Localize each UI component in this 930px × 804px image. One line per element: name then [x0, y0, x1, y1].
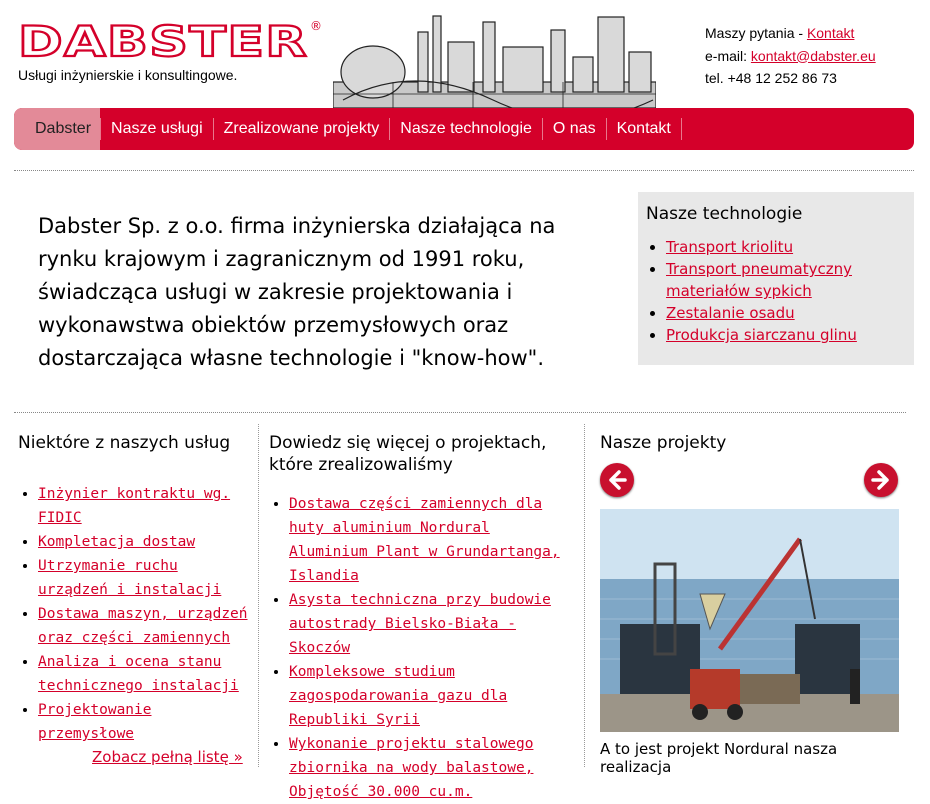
- column-divider: [584, 424, 585, 767]
- services-title: Niektóre z naszych usług: [18, 433, 231, 453]
- contact-link[interactable]: Kontakt: [807, 25, 854, 41]
- services-list: Inżynier kontraktu wg. FIDIC Kompletacja…: [18, 482, 250, 746]
- list-item: Inżynier kontraktu wg. FIDIC: [38, 482, 250, 530]
- tech-link[interactable]: Zestalanie osadu: [666, 304, 795, 322]
- nav-divider: [680, 118, 682, 140]
- technologies-box: Nasze technologie Transport kriolitu Tra…: [638, 192, 914, 365]
- questions-label: Maszy pytania -: [705, 25, 807, 41]
- nav-item-dabster[interactable]: Dabster: [14, 108, 101, 150]
- list-item: Dostawa maszyn, urządzeń oraz części zam…: [38, 602, 250, 650]
- service-link[interactable]: Projektowanie przemysłowe: [38, 702, 152, 742]
- service-link[interactable]: Inżynier kontraktu wg. FIDIC: [38, 486, 230, 526]
- list-item: Transport pneumatyczny materiałów sypkic…: [666, 258, 906, 302]
- nav-item-about[interactable]: O nas: [543, 108, 606, 150]
- svg-text:DABSTER: DABSTER: [18, 18, 308, 62]
- tech-link[interactable]: Produkcja siarczanu glinu: [666, 326, 857, 344]
- list-item: Dostawa części zamiennych dla huty alumi…: [289, 492, 569, 588]
- registered-icon: ®: [310, 19, 322, 33]
- intro-text: Dabster Sp. z o.o. firma inżynierska dzi…: [38, 214, 556, 370]
- list-item: Analiza i ocena stanu technicznego insta…: [38, 650, 250, 698]
- next-arrow-icon[interactable]: [864, 463, 898, 497]
- projects-info-column: Dowiedz się więcej o projektach, które z…: [269, 432, 569, 804]
- list-item: Zestalanie osadu: [666, 302, 906, 324]
- divider: [14, 170, 914, 171]
- tech-link[interactable]: Transport pneumatyczny materiałów sypkic…: [666, 260, 852, 300]
- service-link[interactable]: Utrzymanie ruchu urządzeń i instalacji: [38, 558, 221, 598]
- column-divider: [258, 424, 259, 767]
- list-item: Kompletacja dostaw: [38, 530, 250, 554]
- phone-number: tel. +48 12 252 86 73: [705, 70, 837, 86]
- nav-item-services[interactable]: Nasze usługi: [101, 108, 213, 150]
- nav-item-projects[interactable]: Zrealizowane projekty: [214, 108, 390, 150]
- tagline: Usługi inżynierskie i konsultingowe.: [18, 67, 238, 83]
- technologies-list: Transport kriolitu Transport pneumatyczn…: [646, 236, 906, 346]
- services-column: Niektóre z naszych usług Inżynier kontra…: [18, 432, 250, 746]
- project-link[interactable]: Kompleksowe studium zagospodarowania gaz…: [289, 664, 507, 728]
- list-item: Produkcja siarczanu glinu: [666, 324, 906, 346]
- service-link[interactable]: Dostawa maszyn, urządzeń oraz części zam…: [38, 606, 248, 646]
- email-link[interactable]: kontakt@dabster.eu: [751, 48, 876, 64]
- project-link[interactable]: Wykonanie projektu stalowego zbiornika n…: [289, 736, 533, 800]
- list-item: Transport kriolitu: [666, 236, 906, 258]
- dabster-logo[interactable]: DABSTER ®: [16, 18, 326, 62]
- project-photo[interactable]: [600, 509, 899, 732]
- projects-info-title: Dowiedz się więcej o projektach, które z…: [269, 433, 547, 475]
- nav-item-technologies[interactable]: Nasze technologie: [390, 108, 542, 150]
- list-item: Kompleksowe studium zagospodarowania gaz…: [289, 660, 569, 732]
- list-item: Wykonanie projektu stalowego zbiornika n…: [289, 732, 569, 804]
- list-item: Projektowanie przemysłowe: [38, 698, 250, 746]
- technologies-title: Nasze technologie: [646, 204, 803, 224]
- main-navigation: Dabster Nasze usługi Zrealizowane projek…: [14, 108, 914, 150]
- list-item: Utrzymanie ruchu urządzeń i instalacji: [38, 554, 250, 602]
- see-all-services-link[interactable]: Zobacz pełną listę »: [92, 748, 243, 766]
- list-item: Asysta techniczna przy budowie autostrad…: [289, 588, 569, 660]
- project-link[interactable]: Dostawa części zamiennych dla huty alumi…: [289, 496, 560, 584]
- service-link[interactable]: Kompletacja dostaw: [38, 534, 195, 550]
- projects-info-list: Dostawa części zamiennych dla huty alumi…: [269, 492, 569, 804]
- nav-item-contact[interactable]: Kontakt: [607, 108, 681, 150]
- gallery-column: Nasze projekty: [600, 432, 900, 454]
- contact-box: Maszy pytania - Kontakt e-mail: kontakt@…: [705, 22, 876, 90]
- tech-link[interactable]: Transport kriolitu: [666, 238, 793, 256]
- divider: [14, 412, 906, 413]
- project-link[interactable]: Asysta techniczna przy budowie autostrad…: [289, 592, 551, 656]
- factory-illustration: [333, 12, 656, 108]
- gallery-title: Nasze projekty: [600, 433, 727, 453]
- email-label: e-mail:: [705, 47, 751, 64]
- prev-arrow-icon[interactable]: [600, 463, 634, 497]
- service-link[interactable]: Analiza i ocena stanu technicznego insta…: [38, 654, 239, 694]
- photo-caption: A to jest projekt Nordural nasza realiza…: [600, 740, 838, 776]
